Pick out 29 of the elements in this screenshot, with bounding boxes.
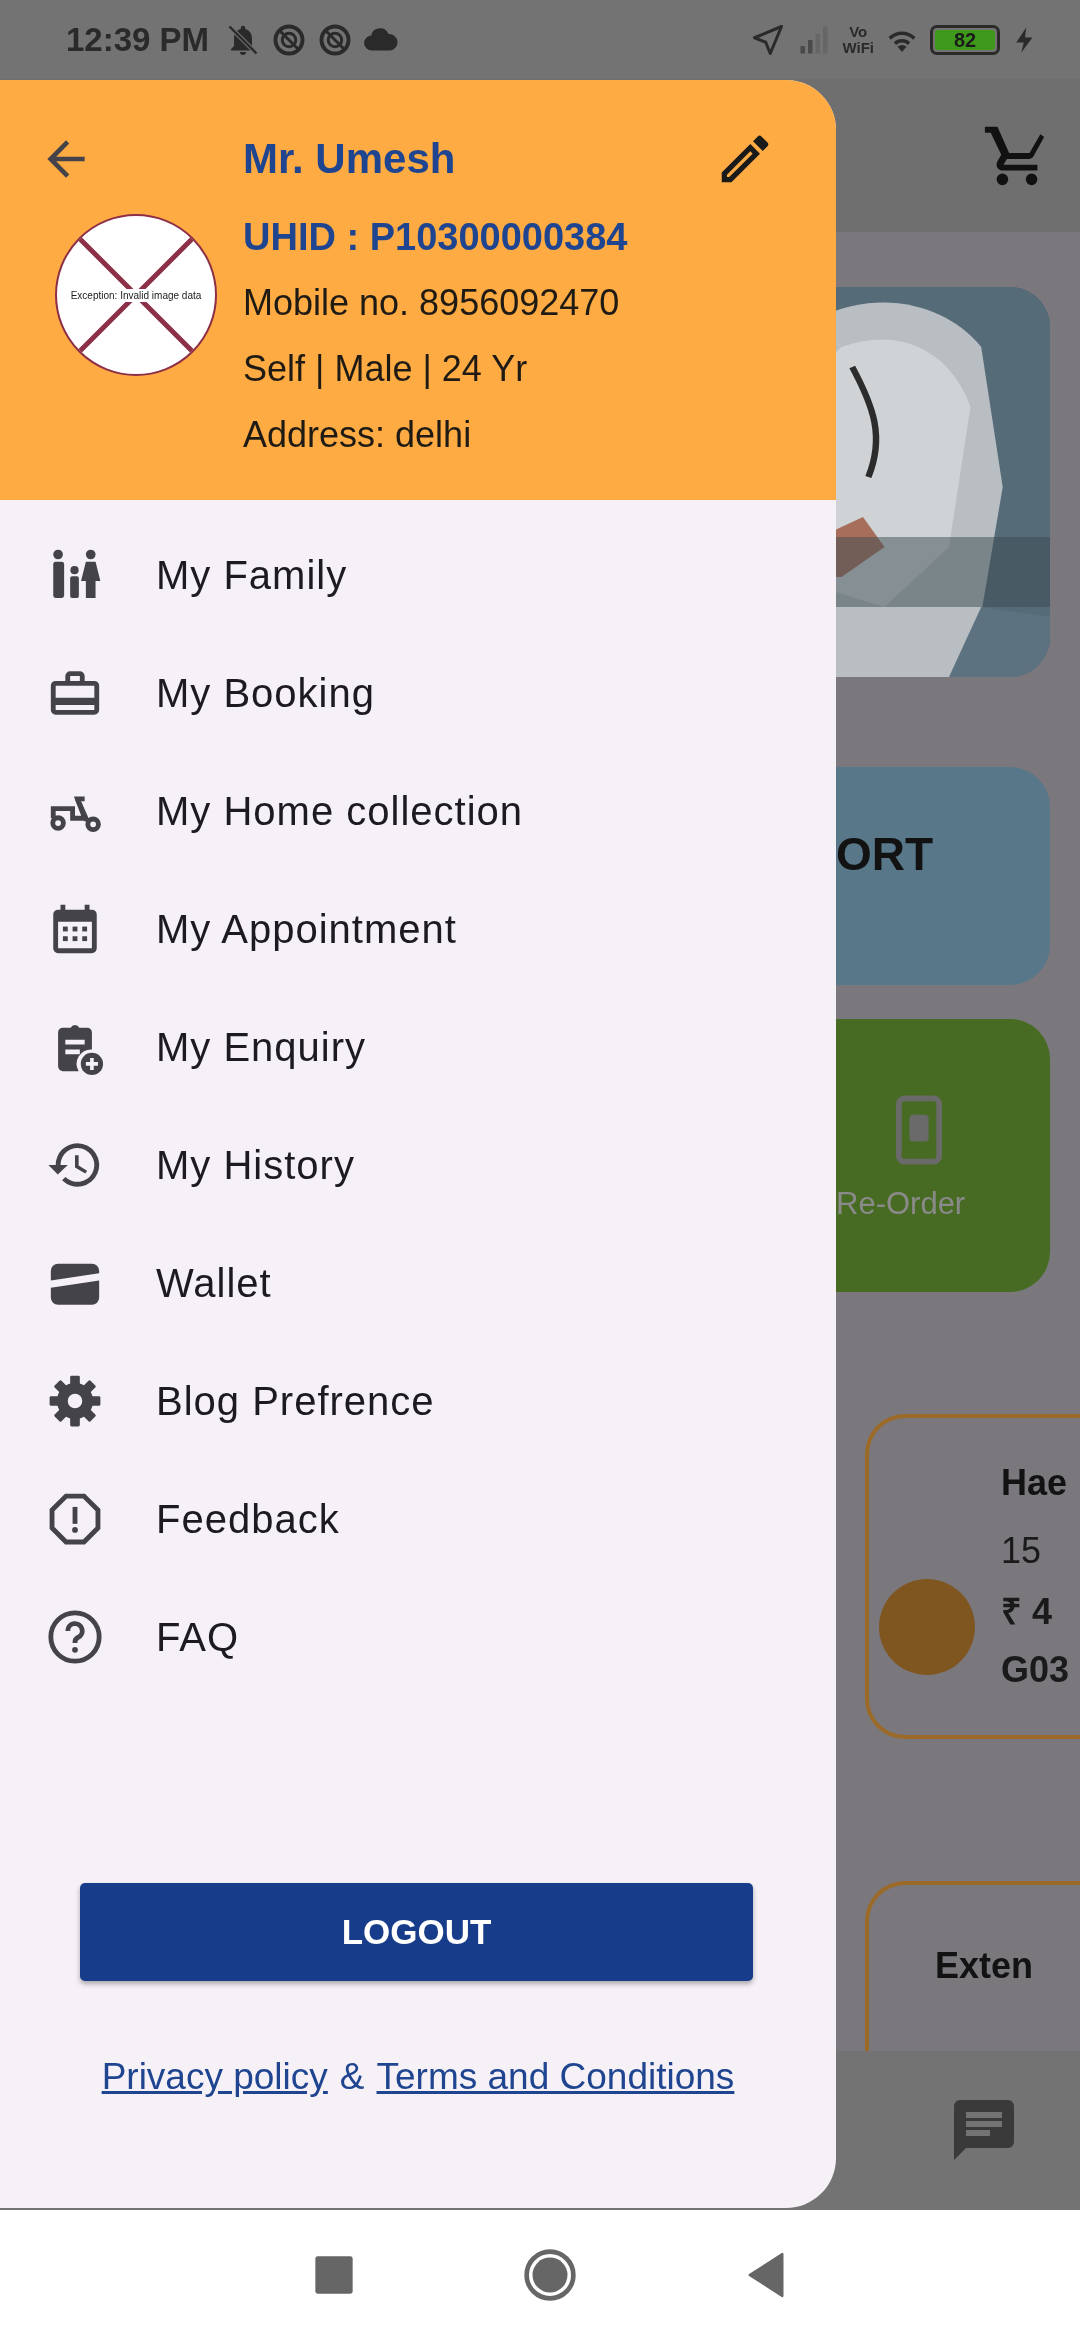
uhid-text: UHID : P10300000384 (243, 215, 628, 260)
test-title: Exten (935, 1945, 1034, 1988)
test-title: Hae (1001, 1462, 1069, 1505)
status-time: 12:39 PM (66, 20, 210, 59)
privacy-policy-link[interactable]: Privacy policy (101, 2056, 328, 2098)
address-text: Address: delhi (243, 413, 473, 457)
menu-item[interactable]: My Booking (0, 634, 836, 752)
profile-details-text: Self | Male | 24 Yr (243, 347, 529, 391)
menu-item[interactable]: Feedback (0, 1460, 836, 1578)
test-detail: ₹ 4 (1001, 1590, 1054, 1635)
terms-link[interactable]: Terms and Conditions (376, 2056, 735, 2098)
test-detail: 15 (1001, 1530, 1043, 1573)
menu-item[interactable]: My Family (0, 516, 836, 634)
help-icon (46, 1608, 104, 1666)
menu-item[interactable]: Blog Prefrence (0, 1342, 836, 1460)
image-error-text: Exception: Invalid image data (70, 288, 202, 302)
battery-level-text: 82 (935, 29, 995, 50)
user-name: Mr. Umesh (243, 135, 457, 183)
test-card[interactable]: Hae 15 ₹ 4 G03 (865, 1414, 1080, 1740)
phone-icon (896, 1094, 942, 1167)
home-icon[interactable] (522, 2246, 578, 2303)
mobile-text: Mobile no. 8956092470 (243, 281, 621, 325)
vowifi-label: Vo WiFi (842, 23, 874, 56)
logout-button[interactable]: LOGOUT (80, 1883, 753, 1981)
test-detail: G03 (1001, 1649, 1070, 1692)
separator-text: & (339, 2056, 365, 2098)
card-title: ORT (836, 827, 934, 882)
menu-item[interactable]: FAQ (0, 1578, 836, 1696)
reorder-label: Re-Order (836, 1186, 966, 1223)
